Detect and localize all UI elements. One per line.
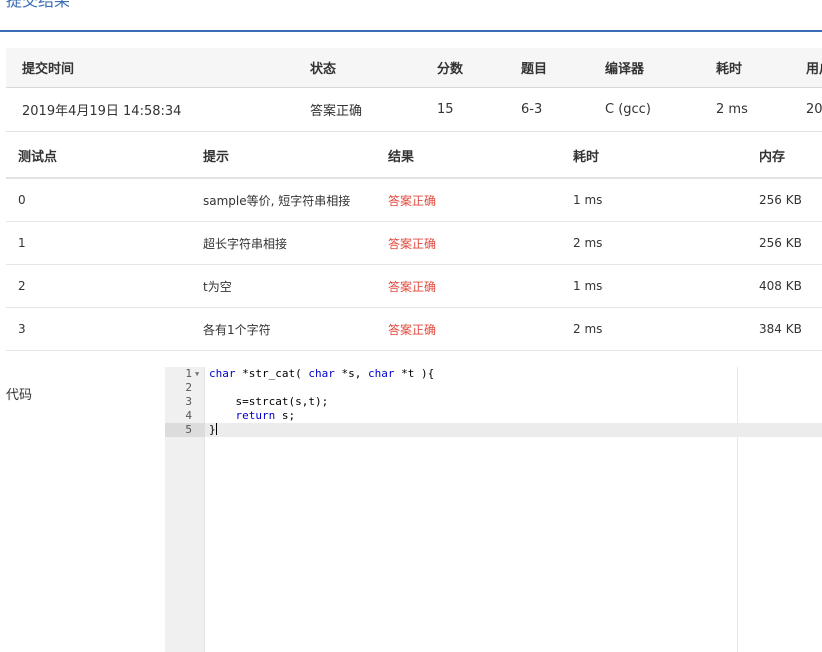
test-memory: 408 KB	[759, 279, 802, 293]
table-row: 3 各有1个字符 答案正确 2 ms 384 KB	[6, 308, 822, 351]
keyword: char	[308, 367, 335, 380]
page-title: 提交结果	[6, 0, 71, 10]
test-hint: t为空	[203, 279, 232, 294]
line-number: 2	[185, 381, 192, 394]
test-memory: 256 KB	[759, 193, 802, 207]
test-points-table: 测试点 提示 结果 耗时 内存 0 sample等价, 短字符串相接 答案正确 …	[6, 133, 822, 351]
code-text: }	[209, 423, 217, 437]
test-time: 2 ms	[573, 236, 603, 250]
code-line: 3 s=strcat(s,t);	[165, 395, 822, 409]
table-row: 1 超长字符串相接 答案正确 2 ms 256 KB	[6, 222, 822, 265]
table-row: 2 t为空 答案正确 1 ms 408 KB	[6, 265, 822, 308]
keyword: char	[367, 367, 395, 380]
header-elapsed: 耗时	[716, 62, 743, 77]
code-token: *t ){	[394, 367, 435, 380]
problem-link[interactable]: 6-3	[521, 88, 542, 131]
line-number: 4	[185, 409, 192, 422]
fold-arrow-icon[interactable]: ▼	[195, 367, 199, 381]
test-memory: 384 KB	[759, 322, 802, 336]
score-value: 15	[437, 102, 454, 117]
code-section-label: 代码	[6, 388, 33, 403]
code-token: }	[209, 423, 216, 436]
header-problem: 题目	[521, 62, 548, 77]
header-status: 状态	[310, 62, 337, 77]
submit-time: 2019年4月19日 14:58:34	[22, 104, 182, 119]
compiler-value: C (gcc)	[605, 102, 651, 117]
line-number: 5	[165, 423, 205, 437]
test-time: 1 ms	[573, 279, 603, 293]
test-result: 答案正确	[388, 236, 437, 251]
code-token: *str_cat(	[235, 367, 309, 380]
text-cursor	[215, 423, 217, 435]
code-token: *s,	[334, 367, 368, 380]
status-badge: 答案正确	[310, 104, 363, 119]
code-text: char *str_cat( char *s, char *t ){	[209, 367, 434, 381]
test-hint: 超长字符串相接	[203, 236, 288, 251]
test-memory: 256 KB	[759, 236, 802, 250]
test-id: 3	[18, 322, 26, 336]
header-user: 用户	[806, 62, 822, 77]
code-text: s=strcat(s,t);	[209, 395, 329, 408]
header-memory: 内存	[759, 149, 786, 165]
test-hint: sample等价, 短字符串相接	[203, 193, 351, 208]
code-line: 4 return s;	[165, 409, 822, 423]
test-result: 答案正确	[388, 279, 437, 294]
test-id: 1	[18, 236, 26, 250]
keyword: char	[209, 367, 236, 380]
code-line: 2	[165, 381, 822, 395]
header-compiler: 编译器	[605, 62, 645, 77]
code-token: s;	[275, 409, 296, 422]
code-line: 1 ▼ char *str_cat( char *s, char *t ){	[165, 367, 822, 381]
elapsed-value: 2 ms	[716, 102, 748, 117]
test-result: 答案正确	[388, 322, 437, 337]
title-divider	[0, 30, 822, 32]
user-value[interactable]: 20	[806, 88, 822, 131]
header-time: 耗时	[573, 149, 600, 165]
code-editor[interactable]: 1 ▼ char *str_cat( char *s, char *t ){ 2…	[165, 367, 822, 652]
code-text: return s;	[209, 409, 296, 423]
header-hint: 提示	[203, 149, 230, 165]
code-line-active: 5 }	[165, 423, 822, 437]
keyword: return	[235, 409, 276, 422]
header-test-point: 测试点	[18, 149, 58, 165]
header-result: 结果	[388, 149, 415, 165]
test-id: 2	[18, 279, 26, 293]
test-hint: 各有1个字符	[203, 322, 271, 337]
line-number: 1	[185, 367, 192, 380]
summary-row: 2019年4月19日 14:58:34 答案正确 15 6-3 C (gcc) …	[6, 88, 822, 132]
test-time: 1 ms	[573, 193, 603, 207]
test-result: 答案正确	[388, 193, 437, 208]
header-score: 分数	[437, 62, 464, 77]
table-row: 0 sample等价, 短字符串相接 答案正确 1 ms 256 KB	[6, 179, 822, 222]
line-number: 3	[185, 395, 192, 408]
test-id: 0	[18, 193, 26, 207]
test-time: 2 ms	[573, 322, 603, 336]
summary-header-row: 提交时间 状态 分数 题目 编译器 耗时 用户	[6, 48, 822, 88]
header-submit-time: 提交时间	[22, 62, 75, 77]
submission-summary-table: 提交时间 状态 分数 题目 编译器 耗时 用户 2019年4月19日 14:58…	[6, 48, 822, 132]
tests-header-row: 测试点 提示 结果 耗时 内存	[6, 133, 822, 179]
